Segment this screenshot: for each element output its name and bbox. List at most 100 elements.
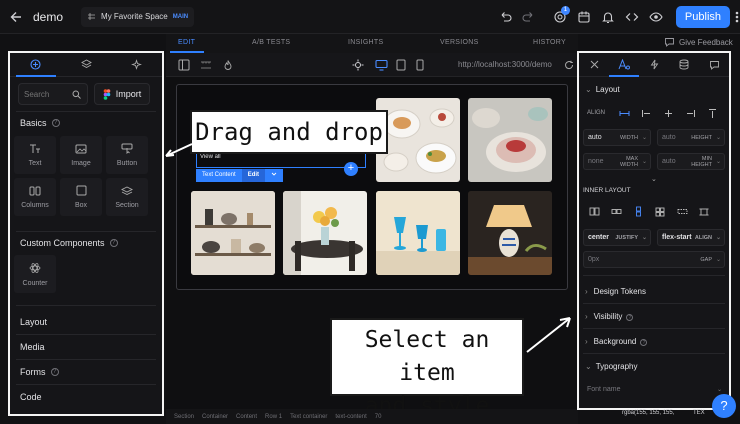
breadcrumb-content[interactable]: Content	[236, 414, 257, 420]
give-feedback-link[interactable]: Give Feedback	[664, 37, 733, 47]
align-right-button[interactable]	[679, 105, 701, 122]
import-button[interactable]: Import	[94, 83, 150, 105]
text-block[interactable]: Text	[14, 136, 56, 174]
selection-dropdown-button[interactable]	[265, 169, 284, 182]
help-icon[interactable]: ?	[50, 368, 59, 376]
insert-tab[interactable]	[10, 53, 61, 76]
min-height-control[interactable]: auto MIN HEIGHT ⌄	[657, 153, 725, 170]
layout-category[interactable]: Layout	[20, 317, 47, 327]
focus-icon[interactable]	[352, 59, 364, 71]
code-icon[interactable]	[625, 10, 639, 24]
help-icon[interactable]: ?	[640, 339, 648, 346]
bell-icon[interactable]	[601, 10, 615, 24]
food-plates-photo[interactable]	[376, 98, 460, 182]
free-layout-button[interactable]	[693, 203, 715, 220]
absolute-layout-button[interactable]	[671, 203, 693, 220]
section-block[interactable]: Section	[106, 178, 148, 216]
media-category[interactable]: Media	[20, 342, 45, 352]
width-control[interactable]: auto WIDTH ⌄	[583, 129, 651, 146]
tab-history[interactable]: HISTORY	[533, 39, 566, 46]
align-items-control[interactable]: flex-start ALIGN ⌄	[657, 229, 725, 246]
calendar-icon[interactable]	[577, 10, 591, 24]
publish-button[interactable]: Publish	[675, 6, 730, 28]
box-block[interactable]: Box	[60, 178, 102, 216]
comments-tab[interactable]	[699, 53, 729, 76]
help-icon[interactable]: ?	[109, 239, 118, 247]
search-input[interactable]	[24, 89, 72, 99]
image-block[interactable]: Image	[60, 136, 102, 174]
layout-toggle-icon[interactable]	[178, 59, 190, 71]
help-fab-button[interactable]: ?	[712, 394, 736, 418]
interactions-tab[interactable]	[639, 53, 669, 76]
breadcrumb-section[interactable]: Section	[174, 414, 194, 420]
space-selector[interactable]: My Favorite Space MAIN	[81, 6, 195, 27]
blue-glasses-photo[interactable]	[376, 191, 460, 275]
more-menu-icon[interactable]	[734, 10, 740, 24]
columns-block[interactable]: Columns	[14, 178, 56, 216]
design-tokens-section[interactable]: › Design Tokens	[585, 287, 646, 296]
help-icon[interactable]: ?	[626, 314, 634, 321]
back-arrow-icon[interactable]	[9, 10, 23, 24]
breadcrumb-text-content[interactable]: text-content	[335, 414, 366, 420]
background-section[interactable]: › Background?	[585, 337, 648, 346]
react-atom-icon	[29, 262, 41, 273]
preview-eye-icon[interactable]	[649, 10, 663, 24]
counter-component[interactable]: Counter	[14, 255, 56, 293]
align-top-button[interactable]	[701, 105, 723, 122]
ceramic-dishes-photo[interactable]	[468, 98, 552, 182]
breadcrumb-text-container[interactable]: Text container	[290, 414, 327, 420]
ai-tab[interactable]	[111, 53, 162, 76]
preview-url[interactable]: http://localhost:3000/demo	[458, 60, 552, 69]
height-control[interactable]: auto HEIGHT ⌄	[657, 129, 725, 146]
font-name-select[interactable]: Font name ⌄	[583, 381, 725, 398]
code-category[interactable]: Code	[20, 392, 42, 402]
tab-versions[interactable]: VERSIONS	[440, 39, 479, 46]
selection-label[interactable]: Text Content	[196, 169, 242, 182]
breadcrumb-row[interactable]: Row 1	[265, 414, 282, 420]
redo-icon[interactable]	[522, 10, 536, 24]
selection-edit-button[interactable]: Edit	[241, 169, 266, 182]
column-layout-button[interactable]	[627, 203, 649, 220]
tab-ab-tests[interactable]: A/B TESTS	[252, 39, 290, 46]
lamp-vase-photo[interactable]	[468, 191, 552, 275]
max-width-control[interactable]: none MAX WIDTH ⌄	[583, 153, 651, 170]
visibility-section[interactable]: › Visibility?	[585, 312, 634, 321]
align-center-button[interactable]	[657, 105, 679, 122]
basics-section-header[interactable]: Basics ?	[20, 118, 60, 128]
gap-control[interactable]: 0px GAP ⌄	[583, 251, 725, 268]
view-all-link[interactable]: View all	[200, 154, 221, 160]
button-block[interactable]: Button	[106, 136, 148, 174]
expand-chevron-icon[interactable]: ⌄	[651, 175, 657, 183]
tablet-icon[interactable]	[396, 59, 406, 71]
search-box[interactable]	[18, 83, 88, 105]
typography-section[interactable]: ⌄ Typography	[585, 362, 638, 371]
dining-flowers-photo[interactable]	[283, 191, 367, 275]
align-middle-button[interactable]	[723, 105, 729, 122]
forms-category[interactable]: Forms ?	[20, 367, 59, 377]
tab-insights[interactable]: INSIGHTS	[348, 39, 383, 46]
shelf-decor-photo[interactable]	[191, 191, 275, 275]
layers-tab[interactable]	[61, 53, 112, 76]
rulers-icon[interactable]	[200, 59, 212, 71]
mobile-icon[interactable]	[416, 59, 424, 71]
tools-tab[interactable]	[579, 53, 609, 76]
layout-section-header[interactable]: ⌄ Layout	[585, 85, 620, 94]
justify-control[interactable]: center JUSTIFY ⌄	[583, 229, 651, 246]
columns-layout-button[interactable]	[583, 203, 605, 220]
style-tab[interactable]	[609, 53, 639, 76]
refresh-icon[interactable]	[564, 60, 574, 70]
align-stretch-button[interactable]	[613, 105, 635, 122]
experiments-button[interactable]: 1	[553, 6, 570, 24]
data-tab[interactable]	[669, 53, 699, 76]
custom-components-header[interactable]: Custom Components ?	[20, 238, 118, 248]
help-icon[interactable]: ?	[51, 119, 60, 127]
grid-layout-button[interactable]	[649, 203, 671, 220]
flame-icon[interactable]	[222, 59, 234, 71]
row-layout-button[interactable]	[605, 203, 627, 220]
tab-edit[interactable]: EDIT	[178, 39, 195, 46]
align-left-button[interactable]	[635, 105, 657, 122]
add-block-button[interactable]: +	[344, 162, 358, 176]
undo-icon[interactable]	[498, 10, 512, 24]
breadcrumb-container[interactable]: Container	[202, 414, 228, 420]
desktop-icon[interactable]	[375, 59, 388, 71]
